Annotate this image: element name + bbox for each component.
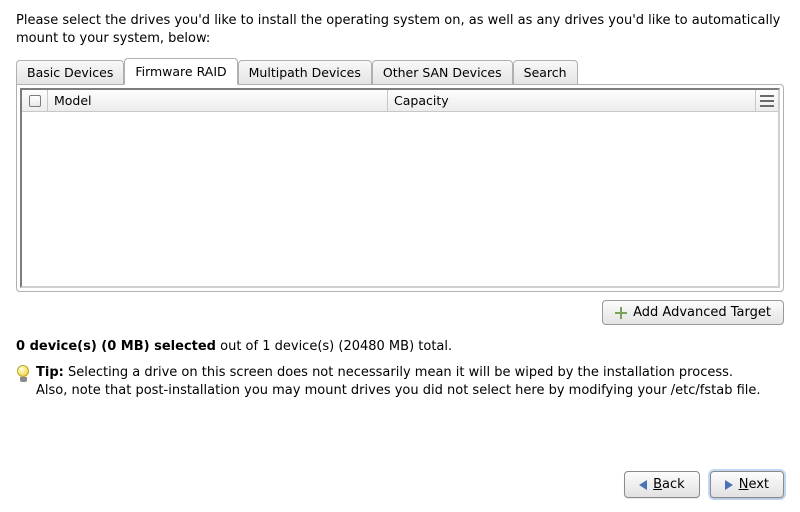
column-capacity[interactable]: Capacity <box>388 90 756 111</box>
add-advanced-target-label: Add Advanced Target <box>633 305 771 320</box>
tip-label: Tip: <box>36 365 64 380</box>
column-model[interactable]: Model <box>48 90 388 111</box>
add-advanced-target-button[interactable]: Add Advanced Target <box>602 300 784 325</box>
table-body[interactable] <box>22 112 778 286</box>
selection-status-rest: out of 1 device(s) (20480 MB) total. <box>216 339 452 354</box>
tab-search[interactable]: Search <box>513 60 578 85</box>
tab-basic-devices[interactable]: Basic Devices <box>16 60 124 85</box>
tab-firmware-raid[interactable]: Firmware RAID <box>124 58 237 85</box>
table-header-row: Model Capacity <box>22 90 778 112</box>
back-label: Back <box>653 477 685 492</box>
next-label: Next <box>739 477 769 492</box>
column-select-all[interactable] <box>22 90 48 111</box>
tip-body: Selecting a drive on this screen does no… <box>36 365 761 398</box>
selection-status: 0 device(s) (0 MB) selected out of 1 dev… <box>16 339 784 354</box>
arrow-left-icon <box>639 480 647 490</box>
arrow-right-icon <box>725 480 733 490</box>
tab-other-san-devices[interactable]: Other SAN Devices <box>372 60 513 85</box>
device-table: Model Capacity <box>20 88 780 288</box>
columns-chooser-icon <box>760 95 774 107</box>
device-tab-panel: Model Capacity <box>16 84 784 292</box>
column-configure-button[interactable] <box>756 90 778 111</box>
back-button[interactable]: Back <box>624 471 700 498</box>
lightbulb-icon <box>16 365 30 383</box>
footer-nav: Back Next <box>624 471 784 498</box>
device-tabs: Basic Devices Firmware RAID Multipath De… <box>16 57 784 84</box>
select-all-checkbox[interactable] <box>29 95 41 107</box>
instruction-text: Please select the drives you'd like to i… <box>16 12 784 47</box>
tab-multipath-devices[interactable]: Multipath Devices <box>238 60 372 85</box>
selection-status-bold: 0 device(s) (0 MB) selected <box>16 339 216 354</box>
plus-icon <box>615 307 627 319</box>
tip-row: Tip: Selecting a drive on this screen do… <box>16 364 784 399</box>
tip-text: Tip: Selecting a drive on this screen do… <box>36 364 764 399</box>
next-button[interactable]: Next <box>710 471 784 498</box>
